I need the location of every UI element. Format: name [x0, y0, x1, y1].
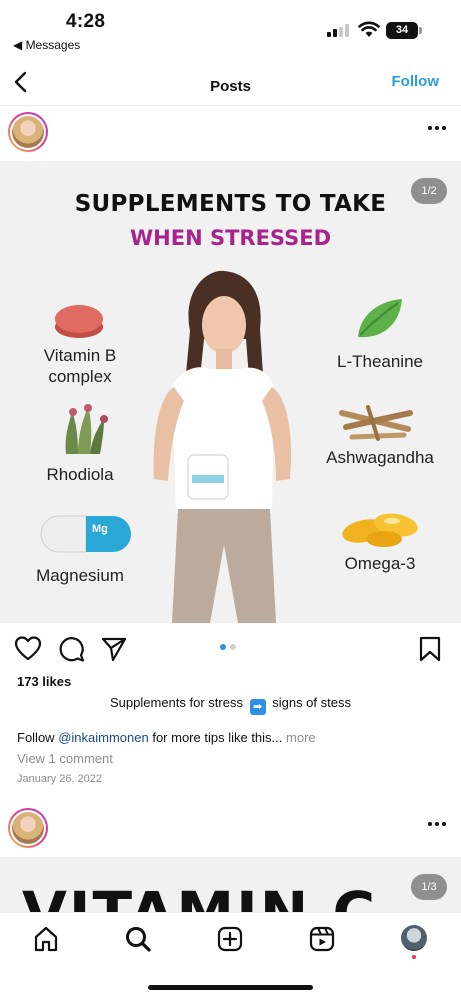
rhodiola-plant-illustration: [65, 404, 108, 454]
carousel-counter-2: 1/3: [411, 874, 447, 900]
back-to-messages-link[interactable]: ◀ Messages: [13, 38, 80, 52]
label-ashwagandha: Ashwagandha: [326, 448, 434, 467]
omega-3-softgels-illustration: [342, 513, 418, 547]
follow-caption: Follow @inkaimmonen for more tips like t…: [17, 730, 316, 745]
posts-header: Posts Follow: [0, 60, 461, 106]
save-bookmark-icon[interactable]: [416, 635, 444, 663]
caption-left: Supplements for stress: [110, 695, 243, 710]
vitamin-pill-illustration: [55, 305, 103, 338]
profile-notification-dot: [412, 955, 416, 959]
reels-icon[interactable]: [308, 925, 336, 953]
capsule-label: Mg: [92, 523, 108, 535]
post-header-2: [0, 802, 461, 856]
woman-holding-supplement-photo: [153, 270, 292, 623]
follow-prefix: Follow: [17, 730, 55, 745]
add-post-icon[interactable]: [216, 925, 244, 953]
status-bar: 4:28 ◀ Messages 34: [0, 0, 461, 58]
label-magnesium: Magnesium: [36, 566, 124, 585]
view-comments-link[interactable]: View 1 comment: [17, 751, 113, 766]
battery-icon: 34: [386, 22, 418, 39]
battery-cap: [419, 27, 422, 34]
share-send-icon[interactable]: [100, 635, 128, 663]
status-time: 4:28: [66, 11, 106, 32]
cellular-signal-icon: [327, 24, 351, 37]
more-options-icon-2[interactable]: [427, 820, 447, 828]
caption-text: Supplements for stress ➡ signs of stess: [0, 695, 461, 715]
label-vitamin-b: Vitamin B complex: [43, 346, 117, 386]
ashwagandha-root-illustration: [339, 405, 413, 441]
caption-right: signs of stess: [272, 695, 351, 710]
tea-leaf-illustration: [358, 299, 402, 338]
post-image-2[interactable]: VITAMIN C 1/3: [0, 857, 461, 917]
label-rhodiola: Rhodiola: [46, 465, 114, 484]
follow-button[interactable]: Follow: [392, 73, 440, 90]
post-date: January 26, 2022: [17, 773, 103, 785]
comment-bubble-icon[interactable]: [57, 635, 85, 663]
author-avatar-2[interactable]: [8, 808, 48, 848]
post-header: [0, 106, 461, 160]
caption-more-link[interactable]: more: [286, 730, 316, 745]
image-title: SUPPLEMENTS TO TAKE: [74, 191, 387, 217]
follow-suffix: for more tips like this...: [152, 730, 283, 745]
label-l-theanine: L-Theanine: [336, 352, 423, 371]
post-actions-bar: [0, 626, 461, 672]
home-icon[interactable]: [32, 925, 60, 953]
arrow-right-emoji-icon: ➡: [249, 699, 266, 715]
likes-count[interactable]: 173 likes: [17, 674, 71, 689]
label-omega-3: Omega-3: [344, 554, 416, 573]
wifi-icon: [358, 21, 380, 37]
author-avatar[interactable]: [8, 112, 48, 152]
more-options-icon[interactable]: [427, 124, 447, 132]
post-image[interactable]: 1/2 SUPPLEMENTS TO TAKE WHEN STRESSED Vi…: [0, 161, 461, 623]
mention-link[interactable]: @inkaimmonen: [58, 730, 149, 745]
carousel-indicator: [220, 644, 240, 652]
profile-avatar[interactable]: [401, 925, 427, 951]
search-icon[interactable]: [124, 925, 152, 953]
like-heart-icon[interactable]: [14, 635, 42, 663]
magnesium-capsule-illustration: [40, 515, 131, 553]
home-indicator: [148, 985, 313, 990]
image-subtitle: WHEN STRESSED: [129, 226, 332, 250]
bottom-tab-bar: [0, 912, 461, 1000]
